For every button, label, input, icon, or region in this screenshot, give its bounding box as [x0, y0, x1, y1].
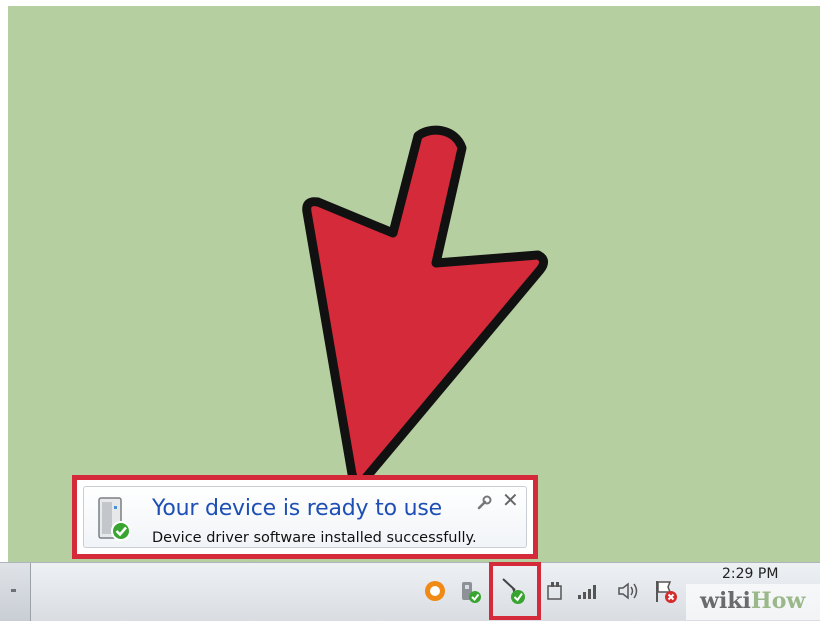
- notification-title: Your device is ready to use: [152, 496, 442, 521]
- close-icon[interactable]: ✕: [502, 490, 519, 510]
- safely-remove-hardware-icon[interactable]: [544, 580, 566, 602]
- watermark-wiki: wiki: [700, 588, 751, 614]
- avast-icon[interactable]: [424, 580, 446, 602]
- watermark-how: How: [750, 588, 806, 614]
- notification-highlight-box: Your device is ready to use Device drive…: [72, 475, 538, 559]
- taskbar-left-edge[interactable]: [0, 563, 31, 621]
- action-center-flag-icon[interactable]: [652, 578, 680, 606]
- device-ready-notification[interactable]: Your device is ready to use Device drive…: [83, 486, 527, 548]
- taskbar-clock[interactable]: 2:29 PM: [722, 566, 778, 582]
- device-installed-icon: [98, 497, 130, 541]
- power-device-icon[interactable]: [458, 579, 484, 605]
- wrench-icon[interactable]: [476, 495, 492, 511]
- volume-icon[interactable]: [616, 580, 642, 602]
- network-signal-icon[interactable]: [576, 581, 600, 601]
- wikihow-watermark: wikiHow: [700, 588, 805, 614]
- notification-message: Device driver software installed success…: [152, 530, 477, 546]
- tray-icon-highlight-box: [489, 562, 541, 620]
